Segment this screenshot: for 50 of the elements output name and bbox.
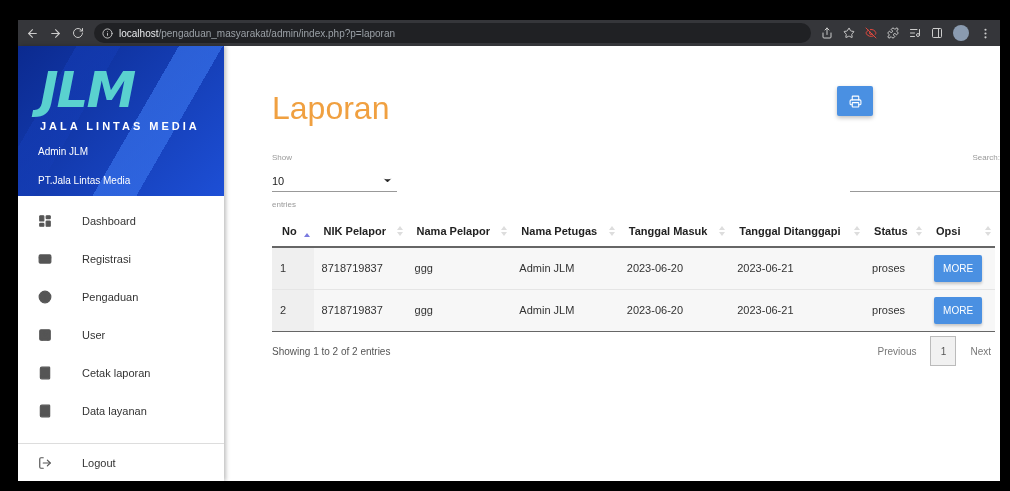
- sidebar-item[interactable]: User: [18, 316, 224, 354]
- reload-icon[interactable]: [72, 27, 84, 39]
- page-button[interactable]: 1: [930, 336, 957, 366]
- sidebar-item[interactable]: Dashboard: [18, 202, 224, 240]
- table-cell: 8718719837: [313, 289, 407, 331]
- entries-label: entries: [272, 200, 297, 209]
- table-cell: proses: [864, 247, 927, 289]
- table-cell: 2023-06-21: [729, 247, 865, 289]
- avatar-icon[interactable]: [953, 25, 969, 41]
- back-icon[interactable]: [26, 26, 39, 40]
- table-cell: ggg: [406, 289, 512, 331]
- table-cell: Admin JLM: [511, 289, 619, 331]
- table-cell: 2: [272, 289, 314, 331]
- star-icon[interactable]: [843, 27, 855, 39]
- user-name: Admin JLM: [38, 146, 88, 157]
- eye-off-icon[interactable]: [865, 27, 877, 39]
- search-label: Search:: [972, 153, 1000, 162]
- sidebar-item[interactable]: Pengaduan: [18, 278, 224, 316]
- print-icon: [848, 94, 862, 108]
- page-title: Laporan: [272, 90, 390, 127]
- print-button[interactable]: [837, 86, 874, 116]
- sidebar-item[interactable]: Data layanan: [18, 392, 224, 430]
- company-name: PT.Jala Lintas Media: [38, 175, 131, 186]
- logout-item[interactable]: Logout: [18, 443, 224, 481]
- forward-icon[interactable]: [49, 26, 62, 40]
- dashboard-icon: [38, 214, 52, 228]
- previous-link[interactable]: Previous: [873, 341, 921, 361]
- sidebar-item[interactable]: Cetak laporan: [18, 354, 224, 392]
- table-cell: Admin JLM: [511, 247, 619, 289]
- side-panel-icon[interactable]: [931, 27, 943, 39]
- sidebar-item[interactable]: Registrasi: [18, 240, 224, 278]
- entries-select[interactable]: 10: [272, 170, 397, 192]
- info-icon[interactable]: [102, 27, 113, 39]
- table-cell: 2023-06-20: [618, 289, 730, 331]
- playlist-icon[interactable]: [909, 27, 921, 39]
- share-icon[interactable]: [821, 27, 833, 39]
- brand-name: JALA LINTAS MEDIA: [40, 120, 200, 132]
- url-text: localhost/pengaduan_masyarakat/admin/index.php?p=laporan: [119, 27, 396, 39]
- table-info: Showing 1 to 2 of 2 entries: [272, 345, 391, 357]
- show-label: Show: [272, 153, 293, 162]
- table-cell: proses: [864, 289, 927, 331]
- table-cell: 8718719837: [313, 247, 407, 289]
- table-cell: 1: [272, 247, 314, 289]
- extensions-icon[interactable]: [887, 27, 899, 39]
- table-cell: 2023-06-21: [729, 289, 865, 331]
- table-cell: ggg: [406, 247, 512, 289]
- next-link[interactable]: Next: [966, 341, 995, 361]
- logout-icon: [38, 455, 52, 470]
- address-bar[interactable]: localhost/pengaduan_masyarakat/admin/index.php?p=laporan: [94, 23, 811, 43]
- table-cell: 2023-06-20: [618, 247, 730, 289]
